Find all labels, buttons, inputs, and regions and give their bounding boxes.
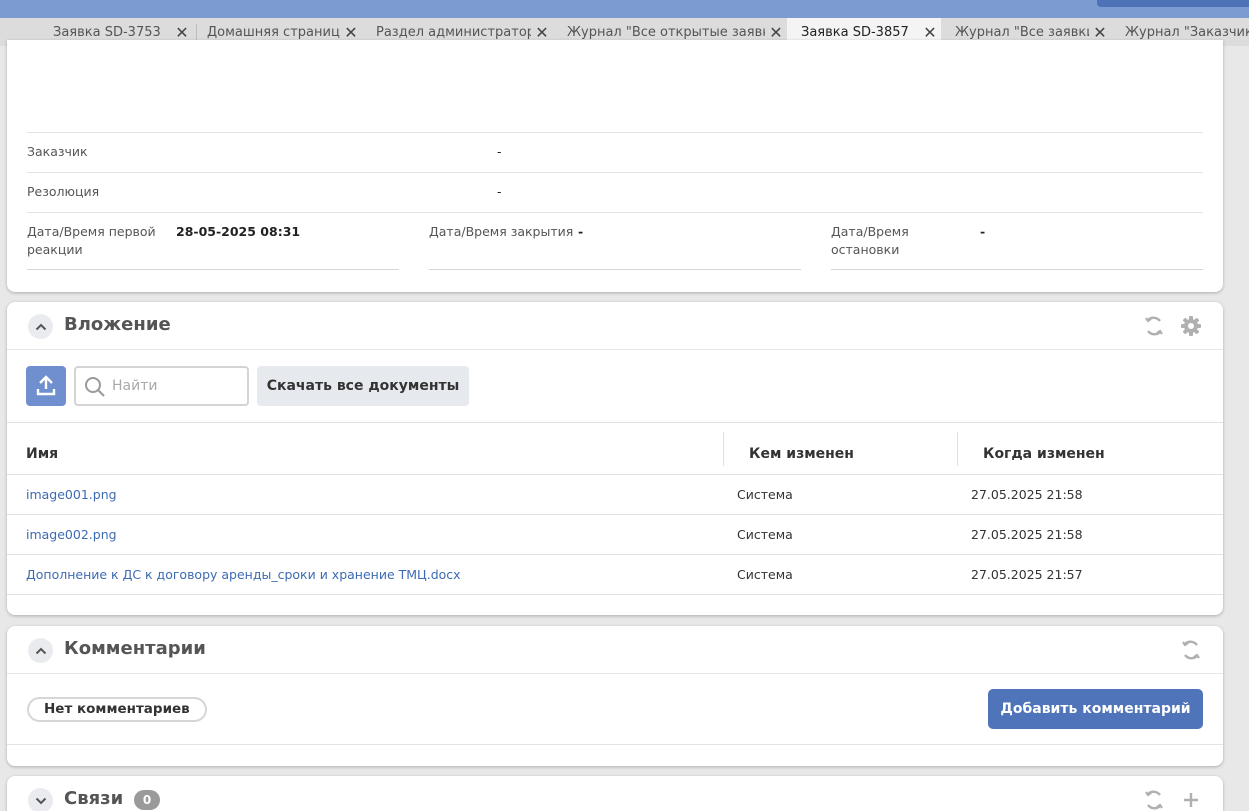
column-separator [957,432,958,466]
modified-at: 27.05.2025 21:57 [971,567,1083,582]
no-comments-badge: Нет комментариев [27,697,207,722]
links-header: Связи 0 [7,776,1223,811]
column-header-modified-by[interactable]: Кем изменен [749,432,854,476]
stop-label-cont: остановки [831,242,900,257]
refresh-icon[interactable] [1142,314,1166,338]
refresh-icon[interactable] [1179,638,1203,662]
modified-by: Система [737,487,793,502]
modified-by: Система [737,527,793,542]
modified-by: Система [737,567,793,582]
customer-value: - [497,144,502,159]
stop-label: Дата/Время [831,224,909,239]
tab-label: Раздел администратора [376,24,531,40]
links-title: Связи [64,788,124,809]
first-reaction-label-cont: реакции [27,242,83,257]
row-divider [27,132,1203,133]
comments-divider [7,744,1223,745]
customer-label: Заказчик [27,144,88,159]
gear-icon[interactable] [1179,314,1203,338]
column-header-modified-at[interactable]: Когда изменен [983,432,1105,476]
resolution-value: - [497,184,502,199]
modified-at: 27.05.2025 21:58 [971,487,1083,502]
links-count-badge: 0 [134,790,160,810]
refresh-icon[interactable] [1142,788,1166,811]
first-reaction-value: 28-05-2025 08:31 [176,224,301,239]
table-bottom-border [7,594,1223,595]
first-reaction-label: Дата/Время первой [27,224,156,239]
modified-at: 27.05.2025 21:58 [971,527,1083,542]
links-card: Связи 0 [7,776,1223,811]
column-separator [723,432,724,466]
attachments-card: Вложение Скачать все документы Имя Кем и… [7,302,1223,615]
row-divider [27,172,1203,173]
attachment-link[interactable]: image001.png [26,475,117,515]
add-comment-button[interactable]: Добавить комментарий [988,689,1203,729]
closed-value: - [578,224,584,239]
tab-label: Домашняя страница [207,24,340,40]
attachments-title: Вложение [64,314,171,335]
tab-label: Заявка SD-3753 [53,24,161,40]
resolution-label: Резолюция [27,184,100,199]
search-icon [85,377,105,397]
chevron-up-icon[interactable] [28,314,53,339]
attachments-header: Вложение [7,302,1223,350]
attachment-search [74,366,249,406]
request-details-card: Заказчик - Резолюция - Дата/Время первой… [7,40,1223,292]
row-divider [27,212,1203,213]
tab-label: Журнал "Все открытые заявки" [567,24,765,40]
comments-header: Комментарии [7,626,1223,674]
table-top-border [7,422,1223,423]
top-right-button[interactable] [1097,0,1249,7]
tab-label: Заявка SD-3857 [801,24,909,40]
field-underline [831,269,1203,270]
download-all-button[interactable]: Скачать все документы [257,366,469,406]
chevron-down-icon[interactable] [28,788,53,811]
tab-label: Журнал "Заказчики" [1125,24,1249,40]
search-input[interactable] [112,376,242,396]
field-underline [429,269,801,270]
field-underline [27,269,399,270]
comments-card: Комментарии Нет комментариев Добавить ко… [7,626,1223,766]
app-top-bar [0,0,1249,18]
attachment-link[interactable]: image002.png [26,515,117,555]
plus-icon[interactable] [1179,788,1203,811]
chevron-up-icon[interactable] [28,638,53,663]
comments-title: Комментарии [64,638,206,659]
upload-icon [36,375,56,396]
tab-label: Журнал "Все заявки" [955,24,1089,40]
stop-value: - [980,224,986,239]
closed-label: Дата/Время закрытия [429,224,574,239]
column-header-name[interactable]: Имя [26,432,58,476]
attachment-link[interactable]: Дополнение к ДС к договору аренды_сроки … [26,555,461,595]
upload-button[interactable] [26,366,66,406]
